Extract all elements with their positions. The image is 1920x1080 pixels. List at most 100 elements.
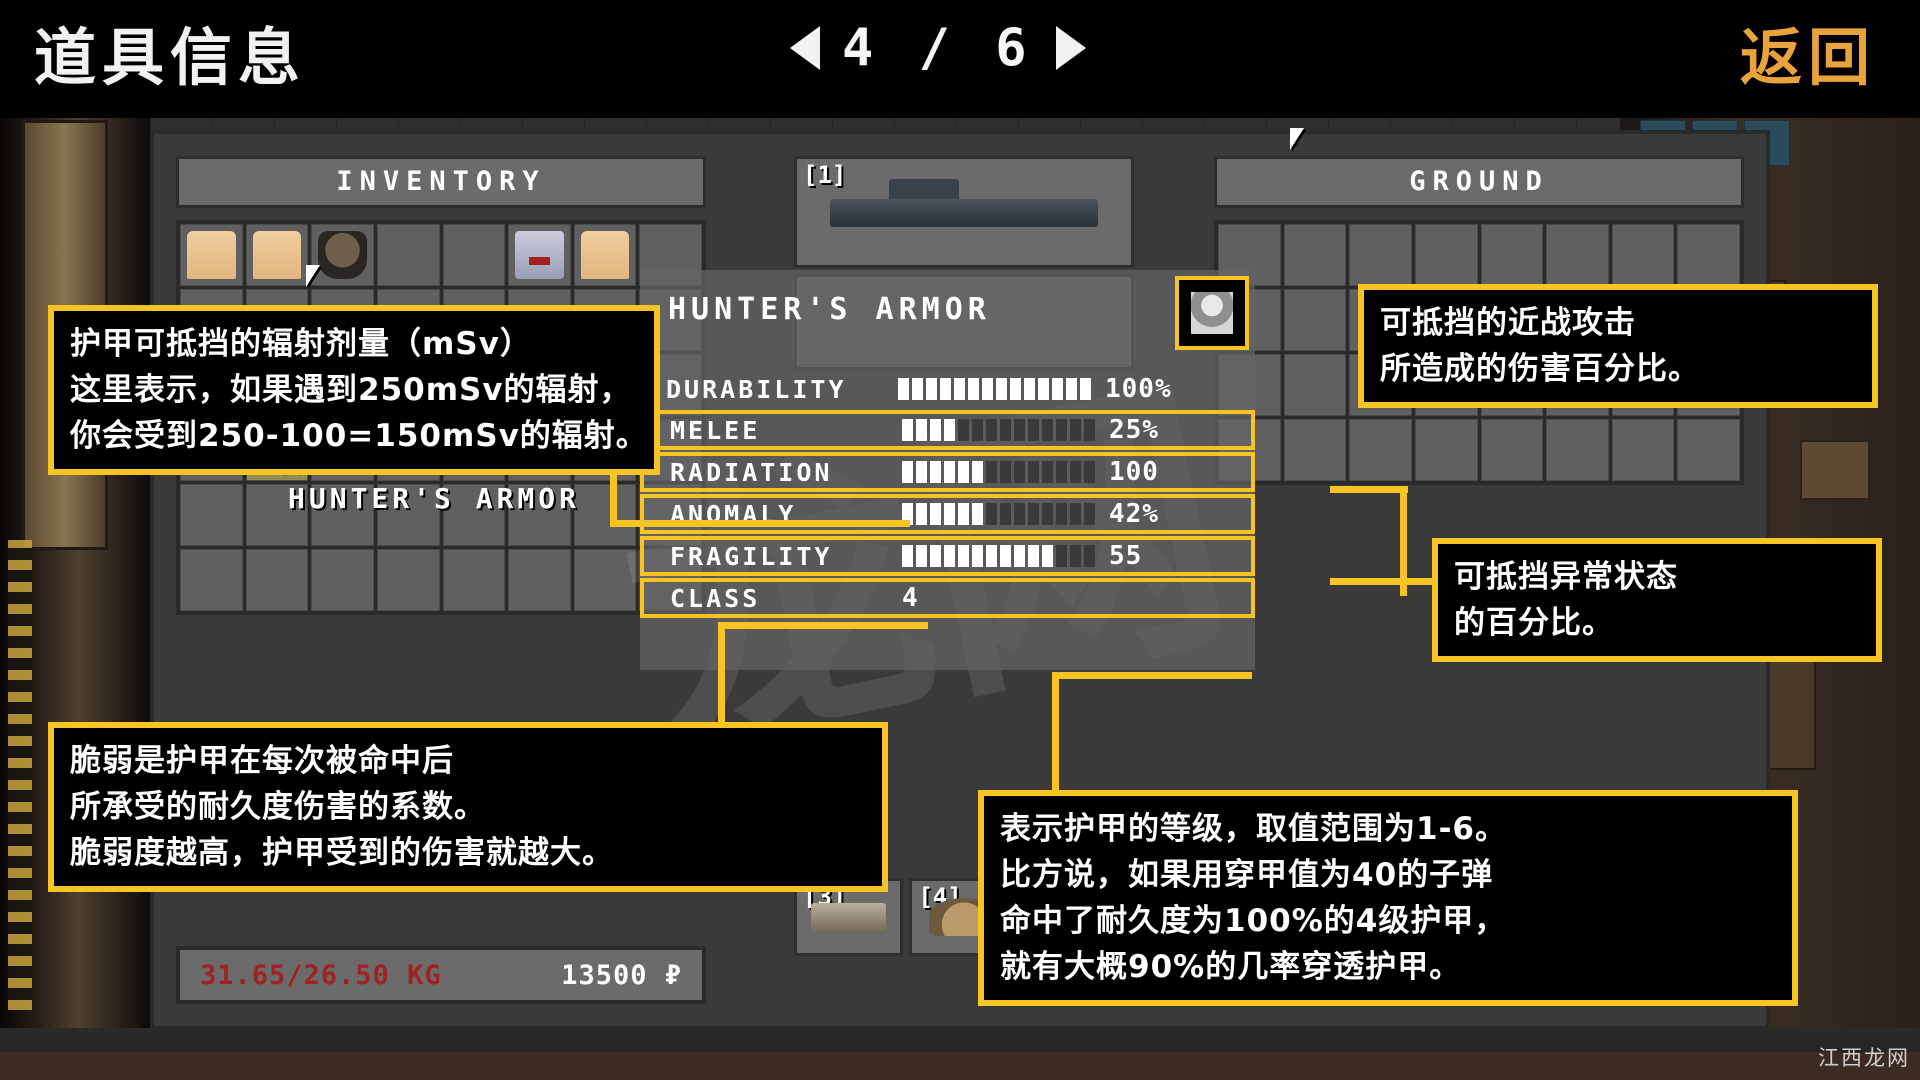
callout-melee-line1: 可抵挡的近战攻击 [1380, 305, 1636, 341]
stat-bar-pip [986, 503, 997, 525]
ground-slot[interactable] [1283, 224, 1347, 286]
stat-label: RADIATION [670, 457, 833, 487]
watermark: 江西龙网 [1818, 1046, 1910, 1070]
inventory-slot[interactable] [508, 549, 571, 611]
stat-bar-pip [1010, 378, 1021, 400]
stat-bar-pip [1014, 503, 1025, 525]
stat-list: DURABILITY 100% MELEE 25% RADIATION 100 ANOMAL… [640, 370, 1255, 620]
stat-bar-pip [1028, 419, 1039, 441]
ammo-icon [811, 902, 886, 932]
page-title: 道具信息 [34, 21, 307, 94]
ground-slot[interactable] [1611, 419, 1675, 481]
inventory-slot[interactable] [442, 549, 506, 611]
callout-radiation-line3: 你会受到250-100=150mSv的辐射。 [70, 418, 648, 454]
stat-bar-pip [958, 545, 969, 567]
top-header-bar: 道具信息 4 / 6 返回 [0, 0, 1920, 118]
inventory-slot[interactable] [573, 224, 637, 286]
ground-slot[interactable] [1349, 224, 1412, 286]
callout-class-line4: 就有大概90%的几率穿透护甲。 [1000, 949, 1462, 985]
inventory-slot[interactable] [245, 549, 309, 611]
stat-bar-pip [930, 545, 941, 567]
callout-class-line2: 比方说，如果用穿甲值为40的子弹 [1000, 857, 1494, 893]
stat-bar-pip [902, 419, 913, 441]
stat-bar-pip [1084, 503, 1095, 525]
bread-icon [187, 231, 236, 279]
inventory-slot[interactable] [311, 549, 374, 611]
stat-bar-pip [1028, 503, 1039, 525]
hazard-rail [8, 540, 32, 1010]
ground-slot[interactable] [1611, 224, 1675, 286]
stat-bar-pip [1084, 461, 1095, 483]
ground-slot[interactable] [1283, 289, 1347, 351]
ground-slot[interactable] [1480, 224, 1544, 286]
stat-bar-pip [1000, 545, 1011, 567]
stat-bar-pip [1042, 461, 1053, 483]
stat-bar-pip [1028, 461, 1039, 483]
stat-bar-pip [940, 378, 951, 400]
stat-bar-pip [1028, 545, 1039, 567]
stat-bar-pip [916, 419, 927, 441]
stat-value: 55 [1109, 541, 1143, 571]
stat-bar-pip [1070, 545, 1081, 567]
callout-class-line1: 表示护甲的等级，取值范围为1-6。 [1000, 811, 1508, 847]
callout-melee: 可抵挡的近战攻击 所造成的伤害百分比。 [1358, 284, 1878, 408]
ground-slot[interactable] [1546, 419, 1609, 481]
stat-bar-pip [916, 545, 927, 567]
inventory-slot[interactable] [442, 224, 506, 286]
stat-bar-pip [1056, 461, 1067, 483]
ground-slot[interactable] [1414, 224, 1478, 286]
inventory-slot[interactable] [376, 549, 440, 611]
stat-label: MELEE [670, 415, 761, 445]
ground-slot[interactable] [1677, 419, 1740, 481]
inventory-slot[interactable] [180, 224, 243, 286]
stat-bar-pip [930, 419, 941, 441]
callout-radiation-line2: 这里表示，如果遇到250mSv的辐射， [70, 372, 632, 408]
inventory-slot[interactable] [376, 224, 440, 286]
bread-icon [580, 231, 630, 279]
crate [1800, 440, 1870, 500]
triangle-left-icon[interactable] [790, 26, 820, 70]
stat-bar-pip [1014, 419, 1025, 441]
stat-bar-pip [1056, 419, 1067, 441]
inventory-slot[interactable] [245, 224, 309, 286]
inventory-slot[interactable] [180, 484, 243, 546]
stat-value: 100% [1105, 374, 1172, 404]
stat-bar-pip [944, 545, 955, 567]
stat-bar [898, 378, 1091, 400]
inventory-slot[interactable] [508, 224, 571, 286]
stat-bar-pip [902, 545, 913, 567]
stat-bar-pip [968, 378, 979, 400]
inventory-slot[interactable] [573, 549, 637, 611]
stat-bar-pip [1066, 378, 1077, 400]
mouse-cursor [306, 265, 330, 287]
back-button[interactable]: 返回 [1740, 6, 1876, 110]
ground-slot[interactable] [1283, 419, 1347, 481]
pagination: 4 / 6 [790, 18, 1086, 78]
ground-slot[interactable] [1677, 224, 1740, 286]
callout-radiation: 护甲可抵挡的辐射剂量（mSv） 这里表示，如果遇到250mSv的辐射， 你会受到… [48, 305, 660, 475]
ground-slot[interactable] [1283, 354, 1347, 416]
triangle-right-icon[interactable] [1055, 26, 1086, 70]
ground-slot[interactable] [1480, 419, 1544, 481]
weapon-slot-primary[interactable]: [1] [794, 156, 1134, 268]
stat-bar-pip [1014, 545, 1025, 567]
stat-bar-pip [1056, 545, 1067, 567]
stat-bar-pip [944, 419, 955, 441]
ground-slot[interactable] [1546, 224, 1609, 286]
callout-anomaly: 可抵挡异常状态 的百分比。 [1432, 538, 1882, 662]
stat-bar [902, 545, 1095, 567]
ground-slot[interactable] [1414, 419, 1478, 481]
rifle-icon [830, 179, 1098, 227]
weight-money-bar: 31.65/26.50 KG 13500 ₽ [176, 946, 706, 1004]
stat-bar-pip [986, 461, 997, 483]
inventory-slot[interactable] [573, 484, 637, 546]
callout-fragility: 脆弱是护甲在每次被命中后 所承受的耐久度伤害的系数。 脆弱度越高，护甲受到的伤害… [48, 722, 888, 892]
stat-bar [902, 461, 1095, 483]
inventory-slot[interactable] [180, 549, 243, 611]
ground-slot[interactable] [1349, 419, 1412, 481]
stat-row-radiation: RADIATION 100 [640, 452, 1255, 492]
stat-bar-pip [1056, 503, 1067, 525]
stat-value: 100 [1109, 457, 1159, 487]
stat-bar-pip [1000, 461, 1011, 483]
connector-class-v [1052, 672, 1059, 794]
